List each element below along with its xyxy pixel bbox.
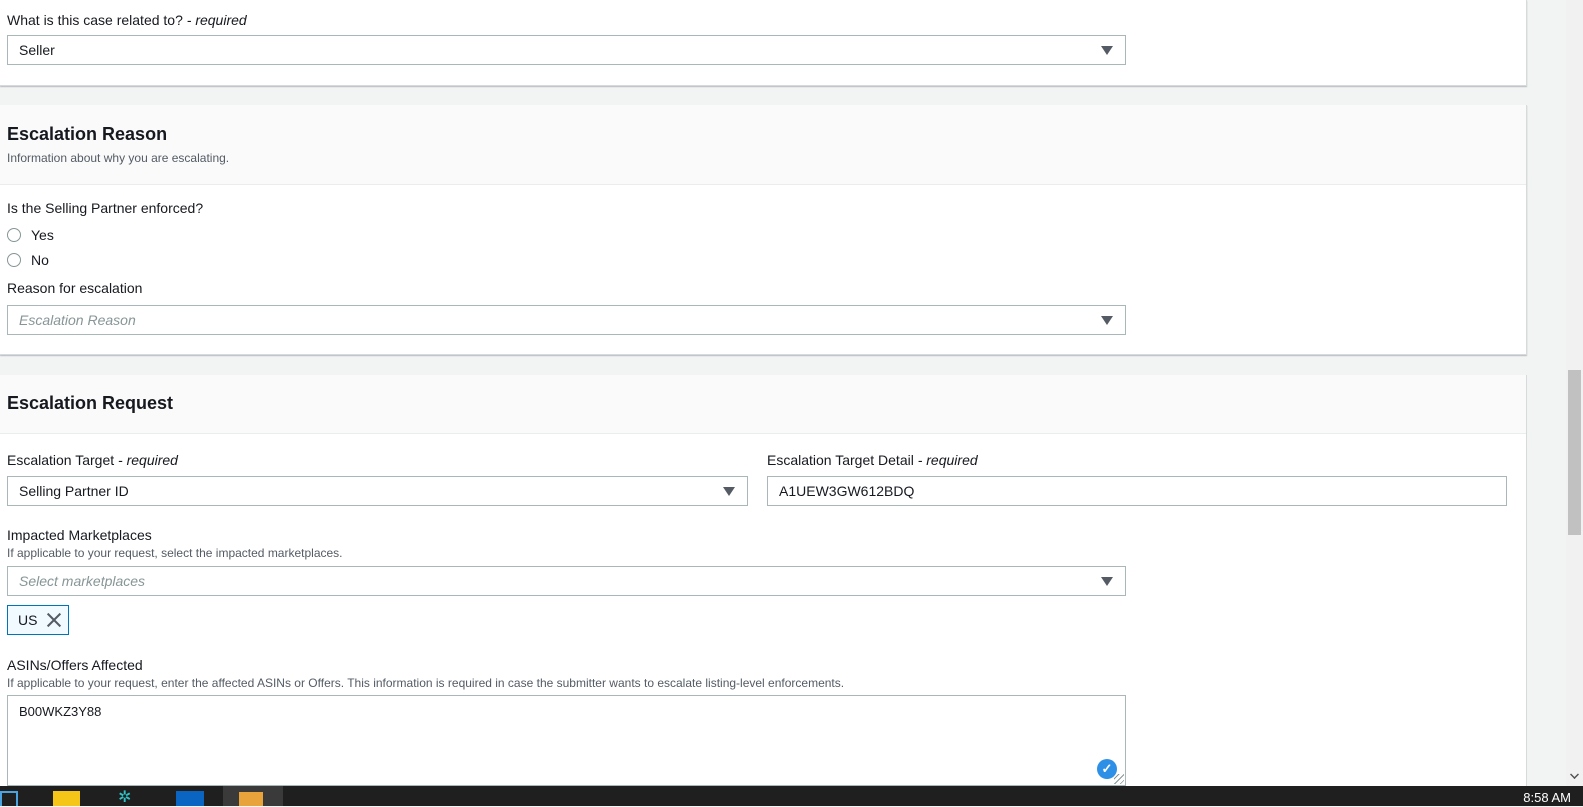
radio-no-label: No xyxy=(31,252,49,268)
caret-down-icon xyxy=(1101,46,1113,55)
marketplaces-label: Impacted Marketplaces xyxy=(7,527,152,543)
case-form-page: What is this case related to? - required… xyxy=(0,0,1527,795)
folder-icon[interactable] xyxy=(53,791,80,806)
resize-handle-icon[interactable] xyxy=(1114,774,1124,784)
browser-icon xyxy=(239,792,263,806)
escalation-reason-title: Escalation Reason xyxy=(7,124,168,144)
case-related-value: Seller xyxy=(19,42,55,58)
target-value: Selling Partner ID xyxy=(19,483,129,499)
marketplaces-description: If applicable to your request, select th… xyxy=(7,546,343,560)
required-marker: - required xyxy=(917,452,978,468)
os-taskbar: ✲ 8:58 AM xyxy=(0,786,1583,806)
target-select[interactable]: Selling Partner ID xyxy=(7,476,748,506)
outlook-icon[interactable] xyxy=(176,791,204,806)
radio-button[interactable] xyxy=(7,253,21,267)
app-icon[interactable]: ✲ xyxy=(118,790,140,807)
case-related-label: What is this case related to? - required xyxy=(7,12,247,28)
caret-down-icon xyxy=(1101,316,1113,325)
reason-label: Reason for escalation xyxy=(7,280,143,296)
escalation-request-header: Escalation Request xyxy=(0,375,1526,434)
asins-description: If applicable to your request, enter the… xyxy=(7,676,845,690)
marketplace-token-label: US xyxy=(18,612,38,628)
chevron-down-icon[interactable] xyxy=(1570,770,1579,779)
target-label: Escalation Target - required xyxy=(7,452,178,468)
target-detail-label-text: Escalation Target Detail xyxy=(767,452,914,468)
asins-value: B00WKZ3Y88 xyxy=(19,704,102,719)
marketplaces-placeholder: Select marketplaces xyxy=(19,573,146,589)
escalation-reason-panel: Escalation Reason Information about why … xyxy=(0,105,1527,355)
marketplaces-select[interactable]: Select marketplaces xyxy=(7,566,1126,596)
active-app-slot[interactable] xyxy=(223,786,283,806)
radio-button[interactable] xyxy=(7,228,21,242)
required-marker: - required xyxy=(186,12,247,28)
escalation-reason-header: Escalation Reason Information about why … xyxy=(0,105,1526,185)
escalation-request-title: Escalation Request xyxy=(7,393,174,413)
required-marker: - required xyxy=(118,452,178,468)
scrollbar-thumb[interactable] xyxy=(1568,370,1581,535)
case-related-select[interactable]: Seller xyxy=(7,35,1126,65)
target-detail-value: A1UEW3GW612BDQ xyxy=(779,483,915,499)
caret-down-icon xyxy=(723,487,735,496)
radio-yes-label: Yes xyxy=(31,227,54,243)
target-label-text: Escalation Target xyxy=(7,452,115,468)
caret-down-icon xyxy=(1101,577,1113,586)
close-icon[interactable] xyxy=(46,612,62,628)
target-detail-input[interactable]: A1UEW3GW612BDQ xyxy=(767,476,1507,506)
marketplace-token-us: US xyxy=(7,605,69,635)
reason-placeholder: Escalation Reason xyxy=(19,312,136,328)
escalation-reason-description: Information about why you are escalating… xyxy=(7,151,230,165)
asins-label: ASINs/Offers Affected xyxy=(7,657,143,673)
reason-select[interactable]: Escalation Reason xyxy=(7,305,1126,335)
asins-textarea[interactable]: B00WKZ3Y88 ✓ xyxy=(7,695,1126,786)
case-related-label-text: What is this case related to? xyxy=(7,12,183,28)
case-related-panel: What is this case related to? - required… xyxy=(0,0,1527,86)
taskbar-clock: 8:58 AM xyxy=(1523,790,1571,805)
target-detail-label: Escalation Target Detail - required xyxy=(767,452,978,468)
start-icon[interactable] xyxy=(0,791,18,806)
page-scrollbar[interactable] xyxy=(1566,0,1583,786)
enforced-question: Is the Selling Partner enforced? xyxy=(7,200,204,216)
